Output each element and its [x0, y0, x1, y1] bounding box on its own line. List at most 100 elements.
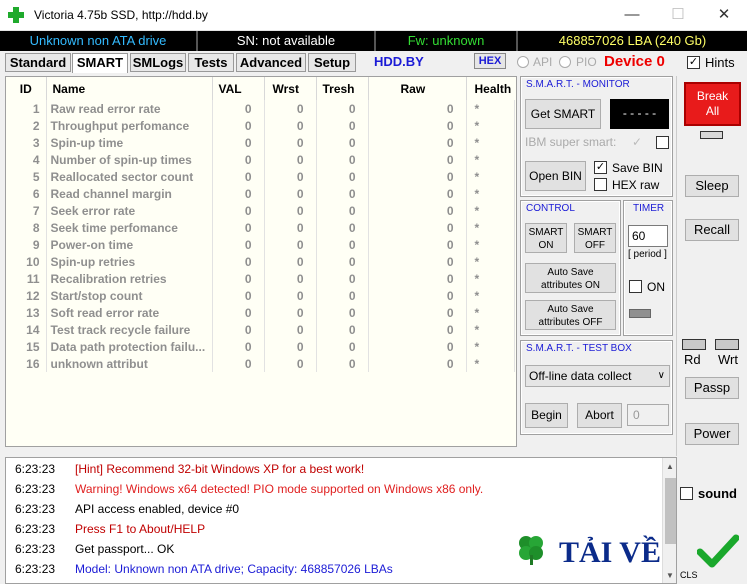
row-tresh: 0: [316, 321, 369, 338]
auto-save-on-button[interactable]: Auto Save attributes ON: [525, 263, 616, 293]
row-raw: 0: [368, 355, 467, 372]
get-smart-button[interactable]: Get SMART: [525, 99, 601, 129]
row-tresh: 0: [316, 270, 369, 287]
tab-tests[interactable]: Tests: [188, 53, 234, 72]
row-tresh: 0: [316, 100, 369, 117]
recall-button[interactable]: Recall: [685, 219, 739, 241]
power-button[interactable]: Power: [685, 423, 739, 445]
row-raw: 0: [368, 236, 467, 253]
row-health: *: [466, 270, 515, 287]
hints-checkbox[interactable]: ✓: [687, 56, 700, 69]
row-health: *: [466, 185, 515, 202]
api-radio[interactable]: [517, 56, 529, 68]
maximize-button[interactable]: ☐: [655, 0, 701, 30]
timer-on-checkbox[interactable]: [629, 280, 642, 293]
row-id: 14: [6, 321, 47, 338]
row-raw: 0: [368, 253, 467, 270]
col-wrst[interactable]: Wrst: [264, 77, 317, 100]
tab-setup[interactable]: Setup: [308, 53, 356, 72]
log-message: Warning! Windows x64 detected! PIO mode …: [75, 482, 484, 496]
log-entry: 6:23:23 [Hint] Recommend 32-bit Windows X…: [6, 459, 662, 479]
log-time: 6:23:23: [15, 462, 56, 476]
scroll-up-icon[interactable]: ▲: [666, 462, 674, 471]
device-label[interactable]: Device 0: [604, 53, 665, 70]
row-val: 0: [212, 355, 265, 372]
table-row[interactable]: 5 Reallocated sector count 0 0 0 0 *: [6, 168, 515, 185]
open-bin-button[interactable]: Open BIN: [525, 161, 586, 191]
save-bin-checkbox[interactable]: ✓: [594, 161, 607, 174]
row-val: 0: [212, 304, 265, 321]
table-row[interactable]: 10 Spin-up retries 0 0 0 0 *: [6, 253, 515, 270]
hdd-by-link[interactable]: HDD.BY: [374, 54, 424, 69]
minimize-button[interactable]: —: [609, 0, 655, 30]
log-time: 6:23:23: [15, 502, 56, 516]
row-health: *: [466, 168, 515, 185]
row-health: *: [466, 219, 515, 236]
table-row[interactable]: 14 Test track recycle failure 0 0 0 0 *: [6, 321, 515, 338]
serial-number: SN: not available: [198, 31, 376, 51]
sound-checkbox[interactable]: [680, 487, 693, 500]
log-entry: 6:23:23 Warning! Windows x64 detected! PI…: [6, 479, 662, 499]
row-health: *: [466, 202, 515, 219]
table-row[interactable]: 13 Soft read error rate 0 0 0 0 *: [6, 304, 515, 321]
smart-on-button[interactable]: SMART ON: [525, 223, 567, 253]
control-title: CONTROL: [526, 203, 575, 214]
row-wrst: 0: [264, 355, 317, 372]
auto-save-off-button[interactable]: Auto Save attributes OFF: [525, 300, 616, 330]
table-row[interactable]: 4 Number of spin-up times 0 0 0 0 *: [6, 151, 515, 168]
table-row[interactable]: 1 Raw read error rate 0 0 0 0 *: [6, 100, 515, 117]
row-name: Test track recycle failure: [46, 321, 213, 338]
sleep-button[interactable]: Sleep: [685, 175, 739, 197]
row-val: 0: [212, 117, 265, 134]
table-row[interactable]: 11 Recalibration retries 0 0 0 0 *: [6, 270, 515, 287]
abort-button[interactable]: Abort: [577, 403, 622, 428]
table-row[interactable]: 9 Power-on time 0 0 0 0 *: [6, 236, 515, 253]
row-tresh: 0: [316, 168, 369, 185]
pio-radio[interactable]: [559, 56, 571, 68]
table-row[interactable]: 3 Spin-up time 0 0 0 0 *: [6, 134, 515, 151]
col-id[interactable]: ID: [6, 77, 47, 100]
table-row[interactable]: 12 Start/stop count 0 0 0 0 *: [6, 287, 515, 304]
col-val[interactable]: VAL: [212, 77, 265, 100]
passp-button[interactable]: Passp: [685, 377, 739, 399]
col-raw[interactable]: Raw: [368, 77, 467, 100]
row-id: 6: [6, 185, 47, 202]
hex-button[interactable]: HEX: [474, 53, 506, 69]
row-id: 11: [6, 270, 47, 287]
row-wrst: 0: [264, 219, 317, 236]
tab-smart[interactable]: SMART: [72, 53, 128, 73]
cls-button[interactable]: CLS: [680, 570, 698, 580]
timer-period-input[interactable]: 60: [628, 225, 668, 247]
ibm-super-smart-checkbox[interactable]: [656, 136, 669, 149]
timer-period-label: [ period ]: [628, 249, 667, 260]
table-row[interactable]: 2 Throughput perfomance 0 0 0 0 *: [6, 117, 515, 134]
table-row[interactable]: 7 Seek error rate 0 0 0 0 *: [6, 202, 515, 219]
table-row[interactable]: 15 Data path protection failu... 0 0 0 0 *: [6, 338, 515, 355]
table-header-row: ID Name VAL Wrst Tresh Raw Health: [6, 77, 514, 100]
test-type-select[interactable]: Off-line data collect ∨: [525, 365, 670, 387]
row-health: *: [466, 151, 515, 168]
table-row[interactable]: 16 unknown attribut 0 0 0 0 *: [6, 355, 515, 372]
close-button[interactable]: ✕: [701, 0, 747, 30]
smart-off-button[interactable]: SMART OFF: [574, 223, 616, 253]
tab-smlogs[interactable]: SMLogs: [130, 53, 186, 72]
log-time: 6:23:23: [15, 542, 56, 556]
table-row[interactable]: 6 Read channel margin 0 0 0 0 *: [6, 185, 515, 202]
api-label: API: [533, 55, 553, 69]
log-scrollbar[interactable]: ▲ ▼: [662, 458, 676, 583]
tab-standard[interactable]: Standard: [5, 53, 71, 72]
row-tresh: 0: [316, 219, 369, 236]
col-name[interactable]: Name: [46, 77, 213, 100]
scroll-thumb[interactable]: [665, 478, 676, 544]
row-raw: 0: [368, 270, 467, 287]
row-val: 0: [212, 270, 265, 287]
col-health[interactable]: Health: [466, 77, 514, 100]
scroll-down-icon[interactable]: ▼: [666, 571, 674, 580]
break-all-button[interactable]: Break All: [684, 82, 741, 126]
table-row[interactable]: 8 Seek time perfomance 0 0 0 0 *: [6, 219, 515, 236]
hex-raw-checkbox[interactable]: [594, 178, 607, 191]
row-wrst: 0: [264, 253, 317, 270]
begin-button[interactable]: Begin: [525, 403, 568, 428]
tab-advanced[interactable]: Advanced: [236, 53, 306, 72]
col-tresh[interactable]: Tresh: [316, 77, 369, 100]
